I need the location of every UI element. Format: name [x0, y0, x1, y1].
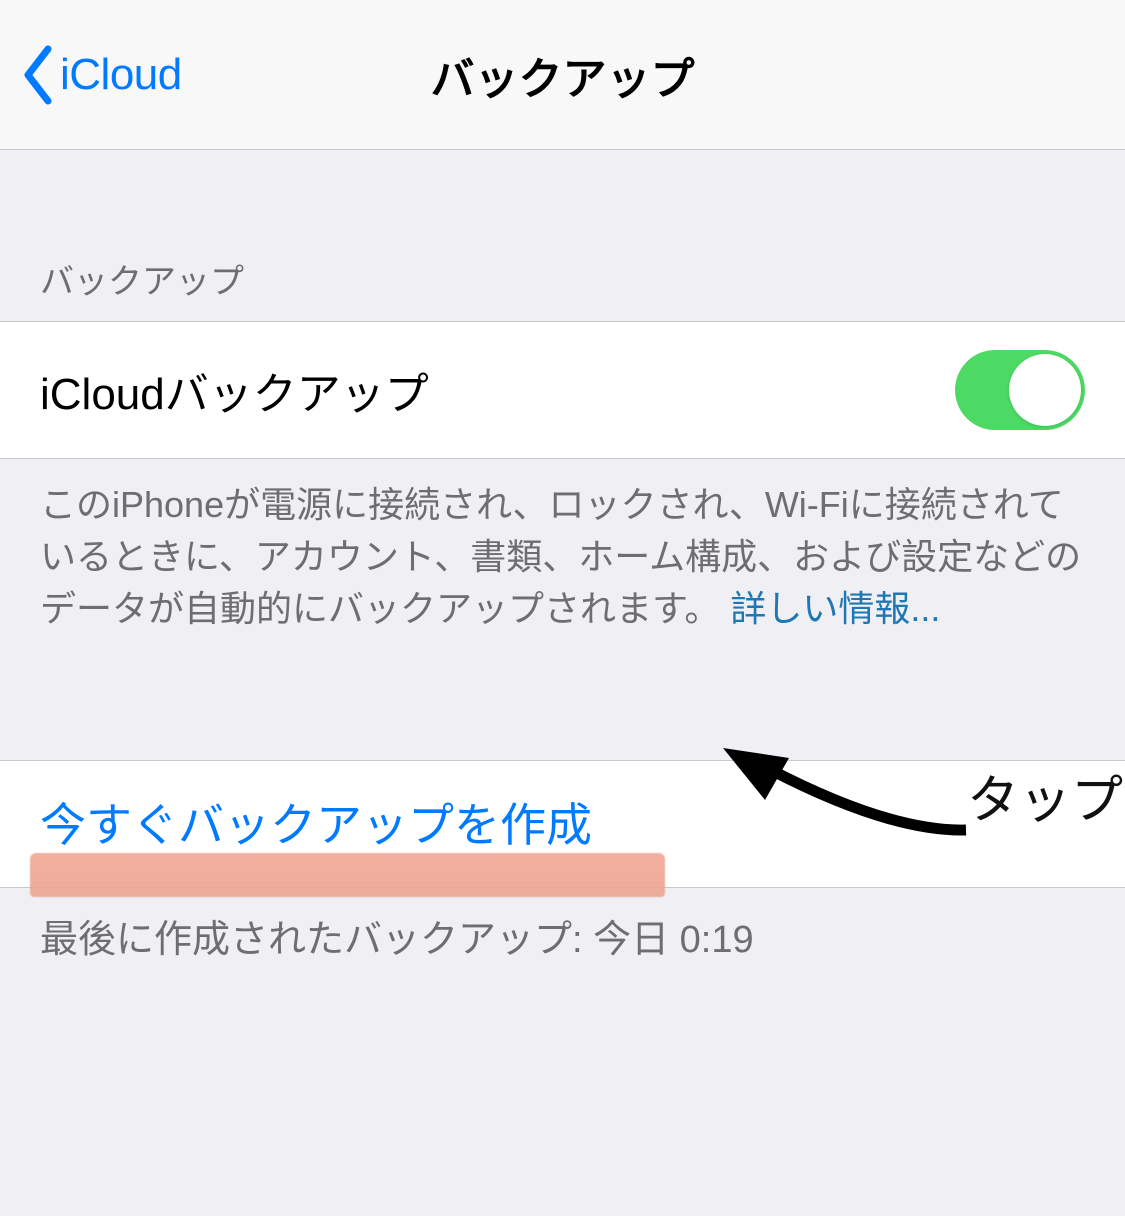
arrow-icon — [711, 740, 971, 850]
section-footer: このiPhoneが電源に接続され、ロックされ、Wi-Fiに接続されているときに、… — [0, 459, 1125, 666]
tap-annotation: タップ — [711, 740, 1123, 850]
highlight-marker — [30, 853, 665, 897]
section-header: バックアップ — [0, 206, 1125, 321]
chevron-left-icon — [20, 45, 56, 105]
page-title: バックアップ — [431, 43, 695, 107]
navbar: iCloud バックアップ — [0, 0, 1125, 150]
back-label: iCloud — [60, 50, 182, 100]
back-button[interactable]: iCloud — [20, 45, 182, 105]
tap-label: タップ — [967, 758, 1123, 833]
icloud-backup-cell[interactable]: iCloudバックアップ — [0, 321, 1125, 459]
icloud-backup-label: iCloudバックアップ — [40, 358, 429, 422]
icloud-backup-toggle[interactable] — [955, 350, 1085, 430]
toggle-knob — [1009, 354, 1081, 426]
more-info-link[interactable]: 詳しい情報... — [730, 588, 940, 629]
last-backup-status: 最後に作成されたバックアップ: 今日 0:19 — [0, 888, 1125, 983]
